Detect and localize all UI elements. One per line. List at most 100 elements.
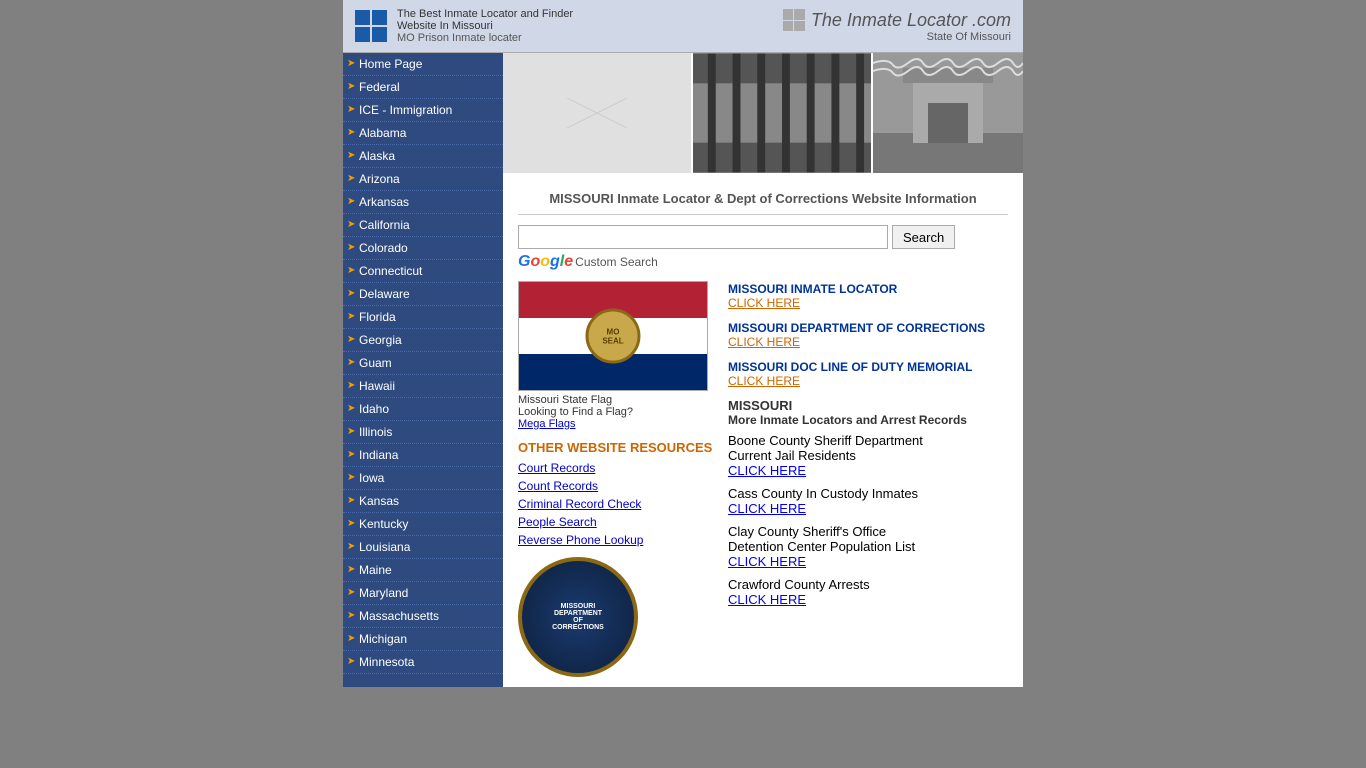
search-button[interactable]: Search	[892, 225, 955, 249]
google-g: G	[518, 253, 530, 271]
resource-link-count-records[interactable]: Count Records	[518, 479, 718, 493]
sidebar-item-florida[interactable]: Florida	[343, 306, 503, 329]
sidebar-item-minnesota[interactable]: Minnesota	[343, 651, 503, 674]
header-text: The Best Inmate Locator and Finder Websi…	[397, 8, 783, 44]
sidebar-item-california[interactable]: California	[343, 214, 503, 237]
razor-wire-image	[873, 53, 1023, 173]
site-logo	[355, 10, 387, 42]
county-item: Crawford County Arrests CLICK HERE	[728, 577, 1008, 607]
sidebar-item-hawaii[interactable]: Hawaii	[343, 375, 503, 398]
resource-link-reverse-phone[interactable]: Reverse Phone Lookup	[518, 533, 718, 547]
resource-link-court-records[interactable]: Court Records	[518, 461, 718, 475]
google-o1: o	[530, 253, 540, 271]
state-name: Website In Missouri	[397, 20, 783, 32]
sidebar-item-alabama[interactable]: Alabama	[343, 122, 503, 145]
google-bar: G o o g l e Custom Search	[518, 253, 1008, 271]
mo-link-click-doc-memorial[interactable]: CLICK HERE	[728, 374, 1008, 388]
sidebar-item-home[interactable]: Home Page	[343, 53, 503, 76]
custom-search-text: Custom Search	[575, 255, 658, 269]
county-click-here[interactable]: CLICK HERE	[728, 592, 806, 607]
mo-link-click-inmate-locator[interactable]: CLICK HERE	[728, 296, 1008, 310]
county-dept: Sheriff Department	[814, 433, 923, 448]
county-name: Clay County	[728, 524, 799, 539]
sidebar: Home PageFederalICE - ImmigrationAlabama…	[343, 53, 503, 687]
brand-name: The Inmate Locator .com	[811, 10, 1011, 31]
missouri-more-heading: MISSOURI	[728, 398, 1008, 413]
mo-link-title-doc-memorial: MISSOURI DOC LINE OF DUTY MEMORIAL	[728, 360, 972, 374]
county-item: Clay County Sheriff's OfficeDetention Ce…	[728, 524, 1008, 569]
county-click-here[interactable]: CLICK HERE	[728, 463, 806, 478]
image-placeholder	[503, 53, 693, 173]
county-detail: Detention Center Population List	[728, 539, 1008, 554]
sidebar-item-louisiana[interactable]: Louisiana	[343, 536, 503, 559]
sub-title: MO Prison Inmate locater	[397, 32, 783, 44]
sidebar-item-ice[interactable]: ICE - Immigration	[343, 99, 503, 122]
doc-badge-text: MISSOURIDEPARTMENTOFCORRECTIONS	[552, 603, 604, 631]
county-dept: In Custody Inmates	[806, 486, 918, 501]
mo-link-title-dept-corrections: MISSOURI DEPARTMENT OF CORRECTIONS	[728, 321, 985, 335]
doc-badge: MISSOURIDEPARTMENTOFCORRECTIONS	[518, 557, 638, 677]
sidebar-item-illinois[interactable]: Illinois	[343, 421, 503, 444]
county-dept: Arrests	[828, 577, 869, 592]
flag-seal: MOSEAL	[586, 309, 641, 364]
left-column: MOSEAL Missouri State Flag Looking to Fi…	[518, 281, 718, 677]
county-detail: Current Jail Residents	[728, 448, 1008, 463]
county-dept: Sheriff's Office	[802, 524, 886, 539]
mo-links: MISSOURI INMATE LOCATORCLICK HEREMISSOUR…	[728, 281, 1008, 388]
google-e: e	[564, 253, 573, 271]
mega-flags-link[interactable]: Mega Flags	[518, 418, 575, 430]
sidebar-item-kansas[interactable]: Kansas	[343, 490, 503, 513]
sidebar-item-georgia[interactable]: Georgia	[343, 329, 503, 352]
content: MISSOURI Inmate Locator & Dept of Correc…	[503, 53, 1023, 687]
county-name: Cass County	[728, 486, 802, 501]
right-column: MISSOURI INMATE LOCATORCLICK HEREMISSOUR…	[728, 281, 1008, 677]
sidebar-item-iowa[interactable]: Iowa	[343, 467, 503, 490]
sidebar-item-arkansas[interactable]: Arkansas	[343, 191, 503, 214]
missouri-more-section: MISSOURI More Inmate Locators and Arrest…	[728, 398, 1008, 607]
info-section: MISSOURI Inmate Locator & Dept of Correc…	[503, 173, 1023, 687]
other-resources-heading: OTHER WEBSITE RESOURCES	[518, 440, 718, 455]
flag-caption: Missouri State Flag Looking to Find a Fl…	[518, 394, 708, 430]
site-title: The Best Inmate Locator and Finder	[397, 8, 783, 20]
search-input[interactable]	[518, 225, 888, 249]
sidebar-item-maine[interactable]: Maine	[343, 559, 503, 582]
county-item: Cass County In Custody InmatesCLICK HERE	[728, 486, 1008, 516]
sidebar-item-colorado[interactable]: Colorado	[343, 237, 503, 260]
prison-bars-image	[693, 53, 873, 173]
google-o2: o	[540, 253, 550, 271]
flag-caption-text: Missouri State Flag	[518, 394, 612, 406]
county-name: Boone County	[728, 433, 810, 448]
google-g2: g	[550, 253, 560, 271]
sidebar-item-michigan[interactable]: Michigan	[343, 628, 503, 651]
county-click-here[interactable]: CLICK HERE	[728, 554, 806, 569]
brand-state: State Of Missouri	[783, 31, 1011, 43]
flag-container: MOSEAL Missouri State Flag Looking to Fi…	[518, 281, 708, 430]
sidebar-item-arizona[interactable]: Arizona	[343, 168, 503, 191]
mo-link-inmate-locator: MISSOURI INMATE LOCATORCLICK HERE	[728, 281, 1008, 310]
page-heading: MISSOURI Inmate Locator & Dept of Correc…	[518, 183, 1008, 215]
county-name: Crawford County	[728, 577, 826, 592]
header-brand: The Inmate Locator .com State Of Missour…	[783, 9, 1011, 43]
county-item: Boone County Sheriff DepartmentCurrent J…	[728, 433, 1008, 478]
sidebar-item-connecticut[interactable]: Connecticut	[343, 260, 503, 283]
sidebar-item-alaska[interactable]: Alaska	[343, 145, 503, 168]
sidebar-item-guam[interactable]: Guam	[343, 352, 503, 375]
mo-link-dept-corrections: MISSOURI DEPARTMENT OF CORRECTIONSCLICK …	[728, 320, 1008, 349]
header: The Best Inmate Locator and Finder Websi…	[343, 0, 1023, 53]
sidebar-item-indiana[interactable]: Indiana	[343, 444, 503, 467]
search-area: Search G o o g l e Custom Search	[518, 225, 1008, 271]
sidebar-item-maryland[interactable]: Maryland	[343, 582, 503, 605]
other-resources: OTHER WEBSITE RESOURCES Court Records Cou…	[518, 440, 718, 547]
sidebar-item-delaware[interactable]: Delaware	[343, 283, 503, 306]
mo-link-title-inmate-locator: MISSOURI INMATE LOCATOR	[728, 282, 897, 296]
brand-logo-squares	[783, 9, 805, 31]
sidebar-item-idaho[interactable]: Idaho	[343, 398, 503, 421]
resource-link-criminal-record[interactable]: Criminal Record Check	[518, 497, 718, 511]
sidebar-item-federal[interactable]: Federal	[343, 76, 503, 99]
images-row	[503, 53, 1023, 173]
county-click-here[interactable]: CLICK HERE	[728, 501, 806, 516]
mo-link-click-dept-corrections[interactable]: CLICK HERE	[728, 335, 1008, 349]
resource-link-people-search[interactable]: People Search	[518, 515, 718, 529]
sidebar-item-massachusetts[interactable]: Massachusetts	[343, 605, 503, 628]
sidebar-item-kentucky[interactable]: Kentucky	[343, 513, 503, 536]
